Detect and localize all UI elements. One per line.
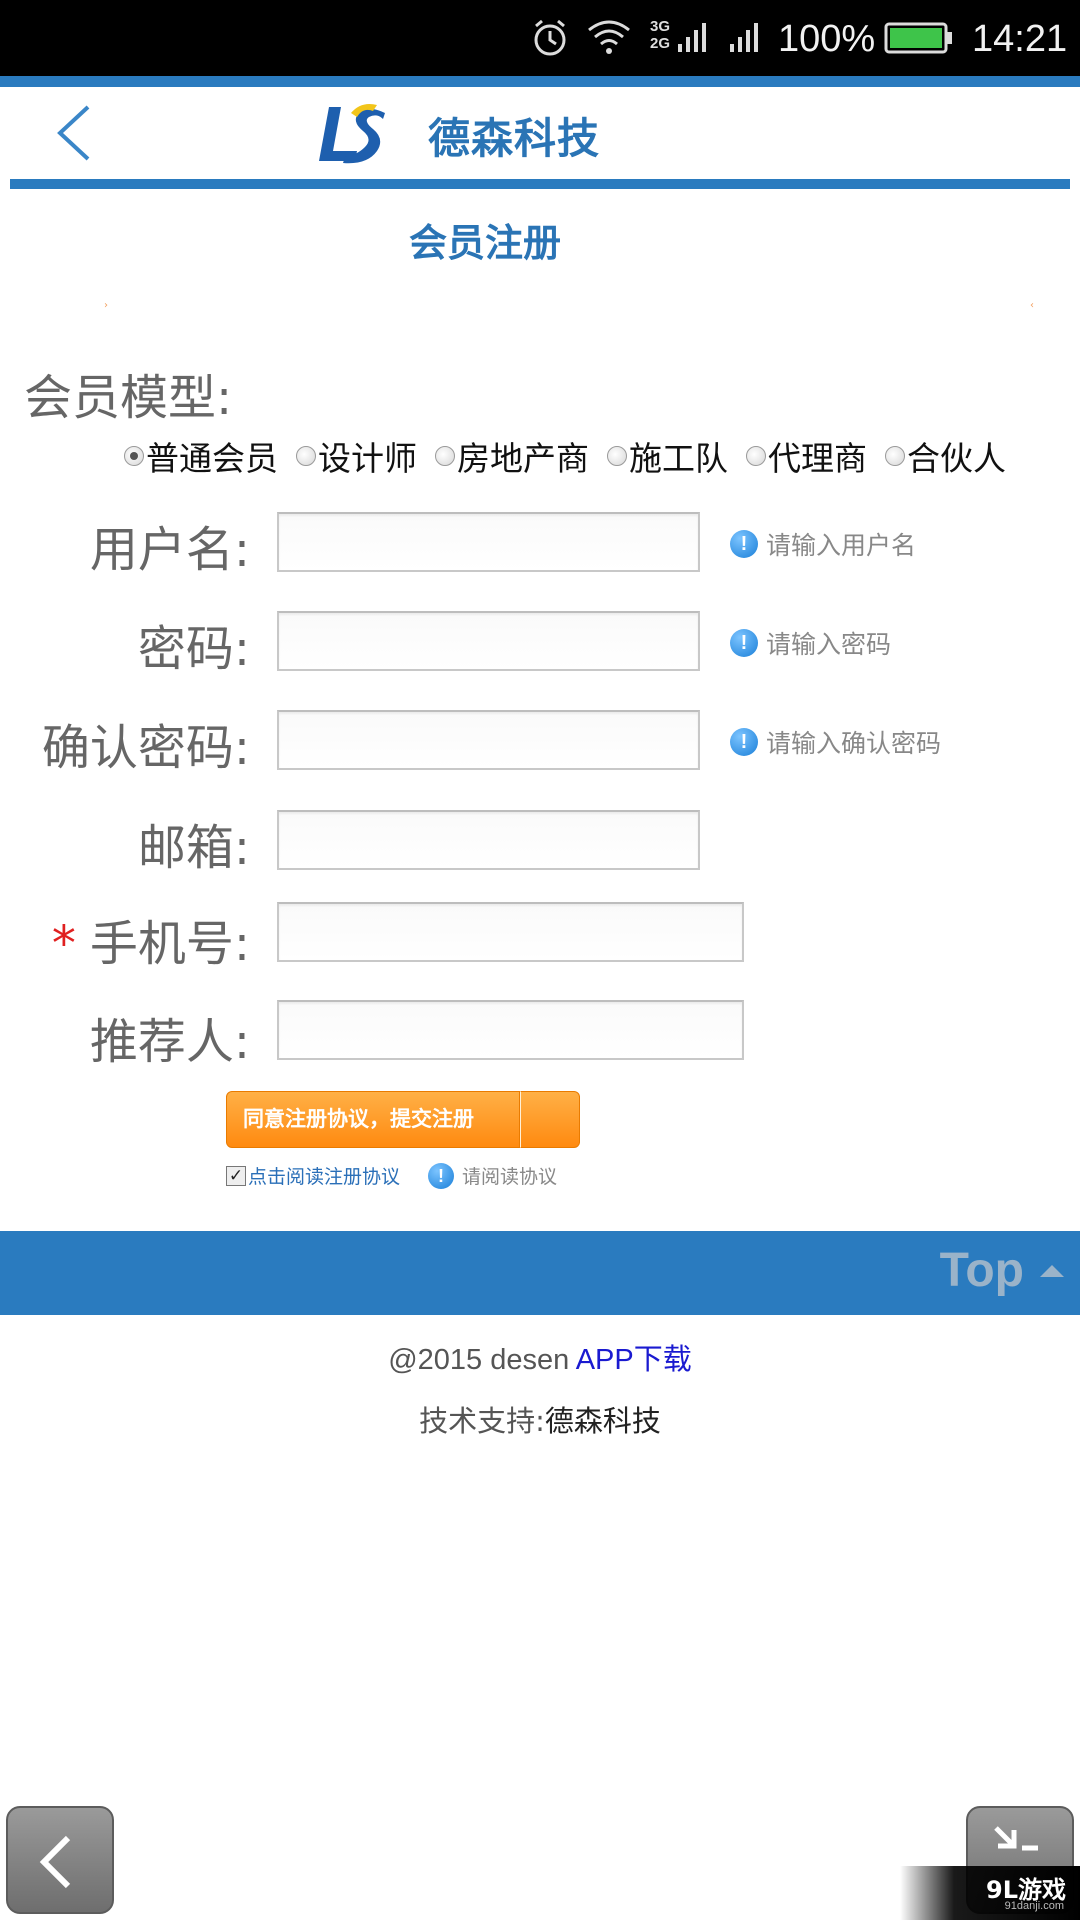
radio-ordinary-member[interactable]: 普通会员 [124,432,278,480]
page-title: 会员注册 [408,221,561,265]
watermark: 9L游戏 91danji.com [900,1866,1080,1920]
footer-top-bar: Top [0,1231,1080,1315]
password-input[interactable] [277,611,700,671]
member-model-label: 会员模型: [24,370,233,426]
radio-partner[interactable]: 合伙人 [885,432,1006,480]
phone-input[interactable] [277,902,744,962]
submit-button-extension[interactable] [520,1091,580,1148]
radio-construction-team[interactable]: 施工队 [607,432,728,480]
signal-icon-2 [730,23,758,52]
decoration-right: ‹ [1030,300,1034,311]
confirm-password-hint-text: 请输入确认密码 [766,729,942,758]
info-icon: ! [730,530,758,558]
confirm-password-hint: ! 请输入确认密码 [730,724,941,760]
password-label: 密码: [137,621,250,677]
username-label: 用户名: [89,522,250,578]
copyright-line: @2015 desen APP下载 [0,1336,1080,1378]
radio-real-estate[interactable]: 房地产商 [435,432,589,480]
radio-button-icon[interactable] [435,446,455,466]
submit-register-button[interactable]: 同意注册协议，提交注册 [226,1091,520,1148]
radio-agent[interactable]: 代理商 [746,432,867,480]
radio-label: 合伙人 [907,439,1006,478]
battery-icon [884,22,952,54]
header-top-line [0,76,1080,87]
decoration-left: › [104,300,108,311]
required-marker: * [51,916,76,972]
tech-support-line: 技术支持:德森科技 [0,1398,1080,1440]
confirm-password-label: 确认密码: [41,720,250,776]
alarm-icon [534,19,566,56]
top-label: Top [939,1244,1024,1297]
email-label: 邮箱: [137,820,250,876]
agreement-hint: ! 请阅读协议 [428,1162,557,1189]
header-bottom-line [10,179,1070,189]
radio-button-icon[interactable] [296,446,316,466]
radio-button-icon[interactable] [124,446,144,466]
agree-checkbox[interactable]: ✓ [226,1165,246,1186]
ds-logo [319,104,385,164]
referrer-label: 推荐人: [89,1014,250,1070]
support-label: 技术支持: [419,1404,545,1438]
username-input[interactable] [277,512,700,572]
wifi-icon [588,20,630,54]
watermark-url: 91danji.com [1004,1900,1064,1912]
app-download-link[interactable]: APP下载 [576,1344,692,1376]
network-type-label: 3G 2G [650,18,671,52]
chevron-left-icon[interactable] [52,103,96,163]
status-bar: 3G 2G 100% 14:21 [0,0,1080,76]
radio-button-icon[interactable] [885,446,905,466]
arrow-up-icon [1040,1264,1064,1277]
info-icon: ! [428,1162,455,1189]
username-hint-text: 请输入用户名 [766,531,917,560]
read-agreement-link[interactable]: 点击阅读注册协议 [248,1162,400,1189]
email-input[interactable] [277,810,700,870]
app-header: 德森科技 [0,87,1080,179]
clock: 14:21 [972,18,1068,60]
radio-designer[interactable]: 设计师 [296,432,417,480]
chevron-left-icon [39,1835,71,1889]
radio-label: 设计师 [318,439,417,478]
radio-label: 房地产商 [457,439,589,478]
phone-label: * 手机号: [52,904,250,974]
radio-button-icon[interactable] [607,446,627,466]
info-icon: ! [730,629,758,657]
agreement-row: ✓ 点击阅读注册协议 ! 请阅读协议 [226,1162,557,1189]
copyright-text: @2015 desen [388,1344,576,1376]
arrow-down-right-icon [994,1826,1038,1851]
confirm-password-input[interactable] [277,710,700,770]
username-hint: ! 请输入用户名 [730,526,916,562]
battery-percent: 100% [778,18,876,60]
floating-back-button[interactable] [6,1806,114,1914]
phone-label-text: 手机号: [89,916,250,972]
radio-label: 普通会员 [146,439,278,478]
support-name: 德森科技 [544,1404,661,1438]
signal-icon [678,23,706,52]
radio-label: 施工队 [629,439,728,478]
submit-button-group: 同意注册协议，提交注册 [226,1091,580,1148]
radio-label: 代理商 [768,439,867,478]
radio-button-icon[interactable] [746,446,766,466]
referrer-input[interactable] [277,1000,744,1060]
agreement-hint-text: 请阅读协议 [462,1166,558,1188]
info-icon: ! [730,728,758,756]
back-to-top-button[interactable]: Top [940,1243,1064,1298]
password-hint: ! 请输入密码 [730,625,891,661]
password-hint-text: 请输入密码 [766,630,892,659]
member-model-radio-group: 普通会员 设计师 房地产商 施工队 代理商 合伙人 [124,432,1006,480]
brand-title: 德森科技 [428,114,601,163]
